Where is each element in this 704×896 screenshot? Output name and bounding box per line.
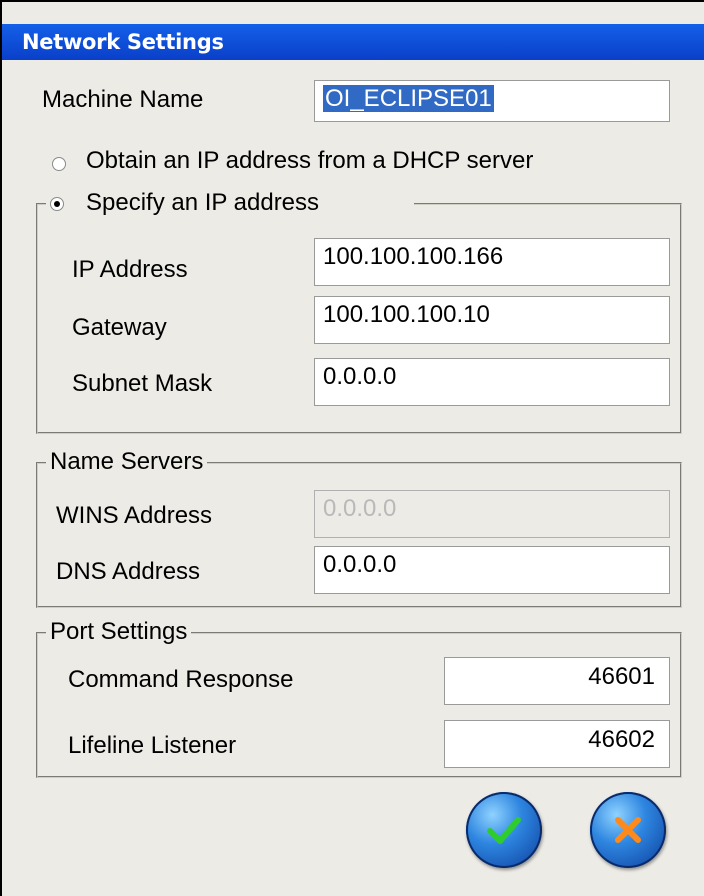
- subnet-mask-label: Subnet Mask: [72, 370, 213, 397]
- gateway-label: Gateway: [72, 314, 167, 341]
- dhcp-radio-label[interactable]: Obtain an IP address from a DHCP server: [86, 147, 533, 175]
- static-ip-radio-label[interactable]: Specify an IP address: [86, 189, 319, 217]
- gateway-field[interactable]: 100.100.100.10: [314, 296, 670, 344]
- machine-name-label: Machine Name: [42, 86, 204, 113]
- ip-address-label: IP Address: [72, 256, 188, 283]
- command-response-field[interactable]: 46601: [444, 657, 670, 705]
- network-settings-dialog: Network Settings Machine Name OI_ECLIPSE…: [0, 0, 704, 896]
- ip-address-field[interactable]: 100.100.100.166: [314, 238, 670, 286]
- dhcp-radio[interactable]: [52, 157, 66, 171]
- wins-address-field: 0.0.0.0: [314, 490, 670, 538]
- subnet-mask-field[interactable]: 0.0.0.0: [314, 358, 670, 406]
- machine-name-value: OI_ECLIPSE01: [323, 85, 494, 112]
- wins-address-label: WINS Address: [56, 502, 213, 529]
- title-bar: Network Settings: [2, 24, 704, 60]
- dns-address-field[interactable]: 0.0.0.0: [314, 546, 670, 594]
- lifeline-listener-field[interactable]: 46602: [444, 720, 670, 768]
- cancel-button[interactable]: [590, 792, 666, 868]
- command-response-label: Command Response: [68, 666, 294, 693]
- static-ip-radio[interactable]: [50, 197, 64, 211]
- checkmark-icon: [487, 817, 521, 844]
- x-icon: [615, 817, 641, 843]
- specify-ip-legend: Specify an IP address: [46, 189, 414, 221]
- lifeline-listener-label: Lifeline Listener: [68, 732, 237, 759]
- window-title: Network Settings: [22, 30, 224, 54]
- name-servers-legend: Name Servers: [46, 448, 208, 476]
- port-settings-legend: Port Settings: [46, 618, 192, 646]
- machine-name-field[interactable]: OI_ECLIPSE01: [314, 80, 670, 122]
- dns-address-label: DNS Address: [56, 558, 201, 585]
- ok-button[interactable]: [466, 792, 542, 868]
